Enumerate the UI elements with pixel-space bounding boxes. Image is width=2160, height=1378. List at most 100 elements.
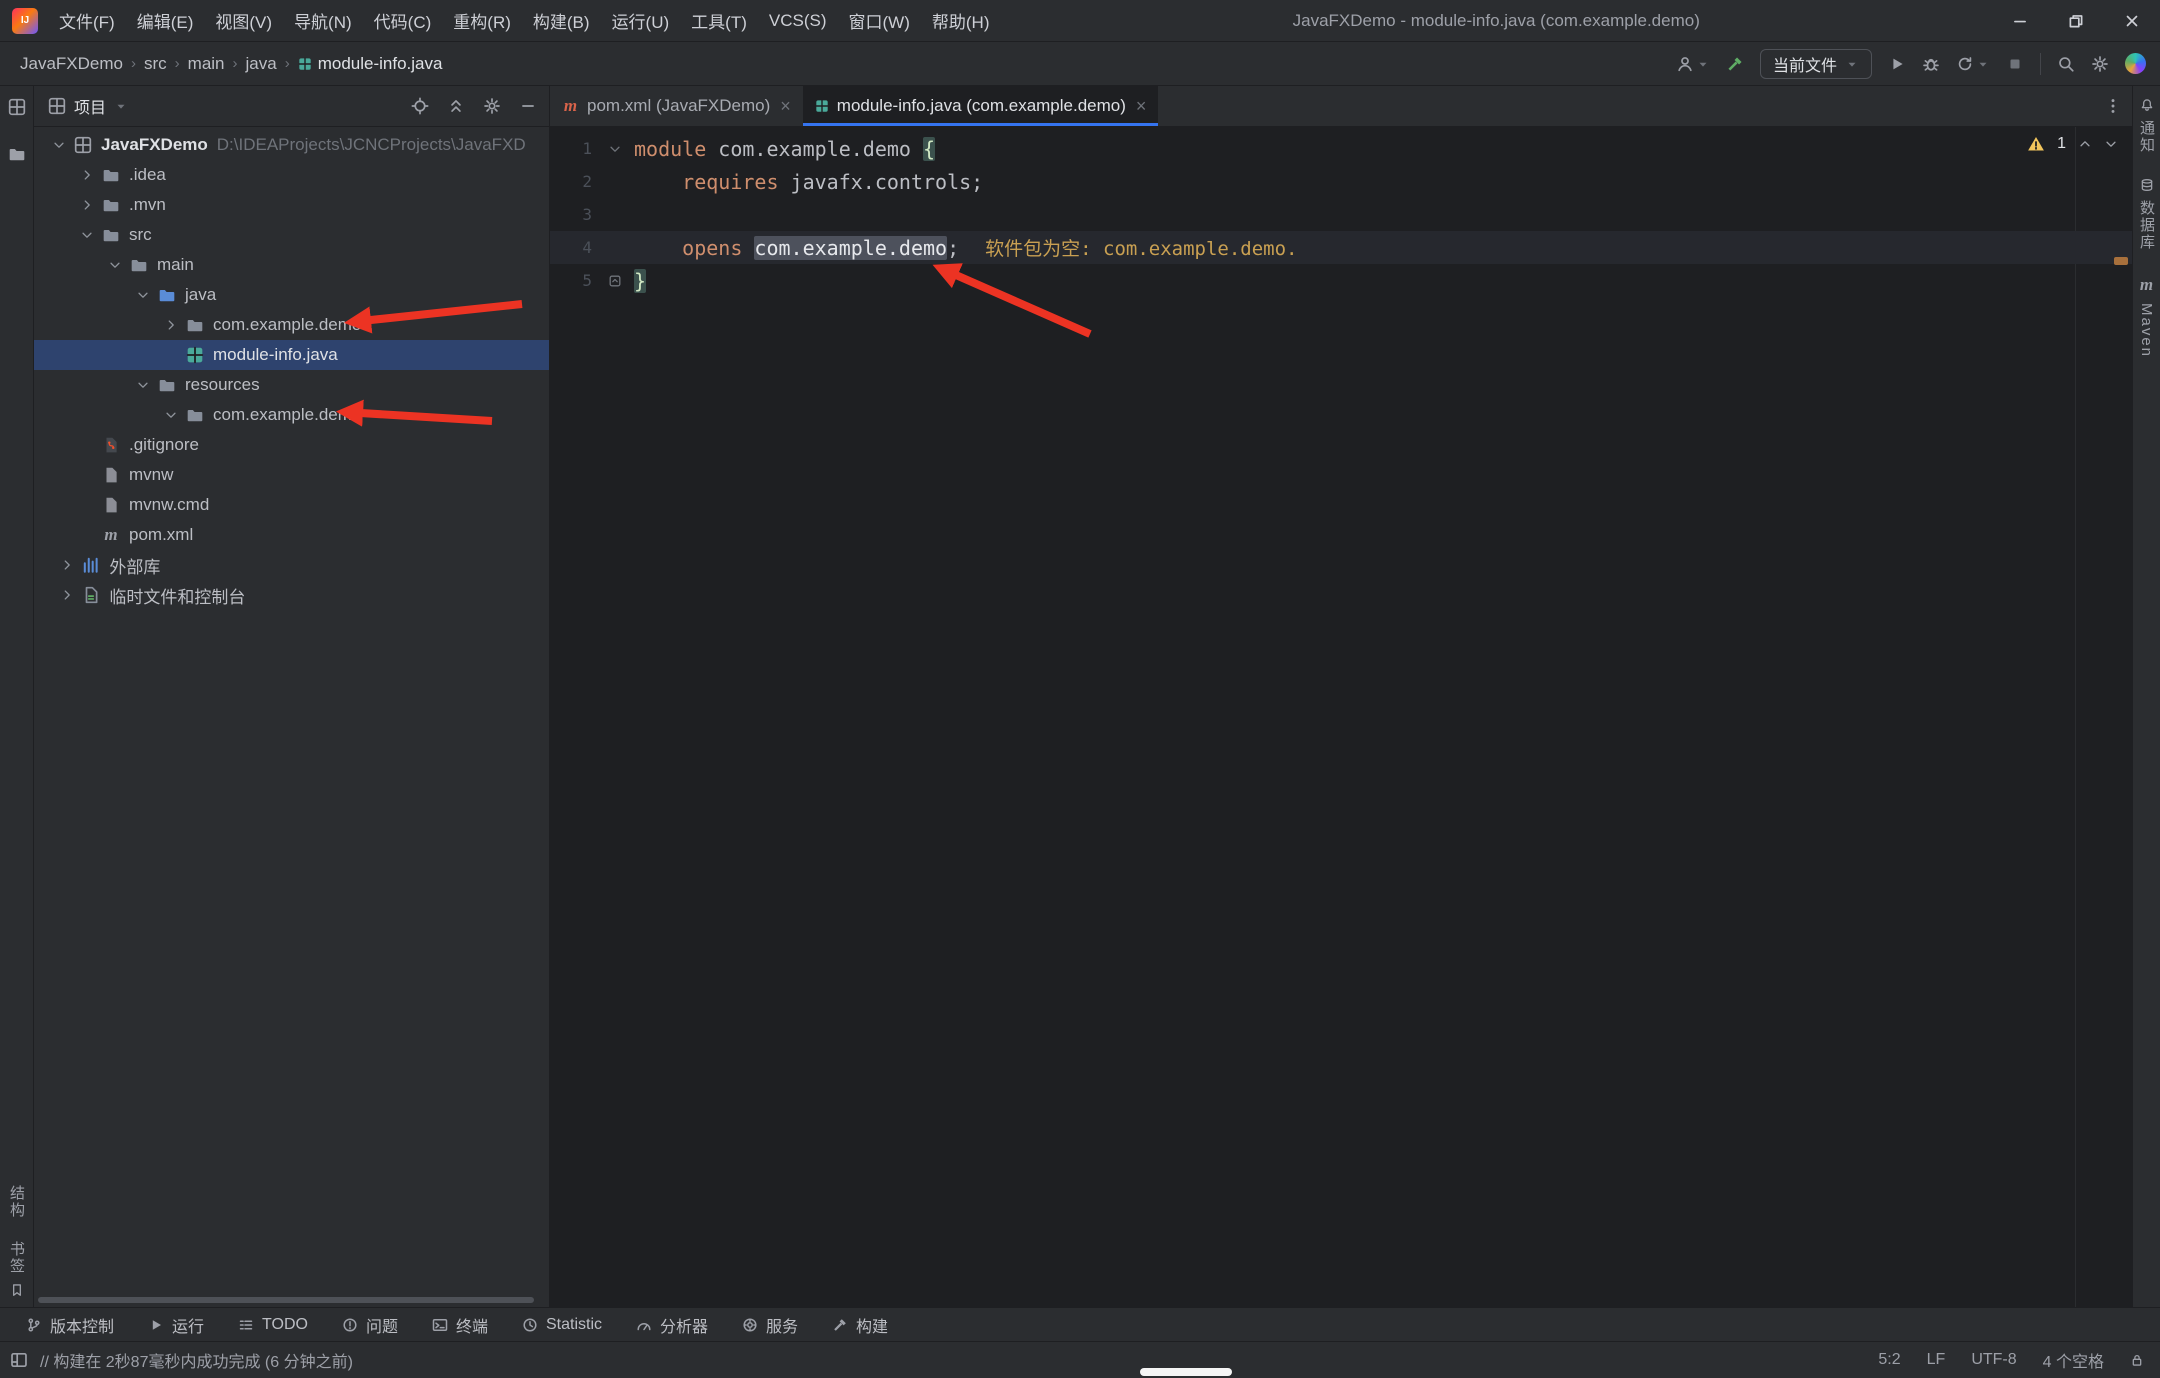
chevron-down-icon[interactable] bbox=[102, 258, 128, 272]
breadcrumb-current-file[interactable]: module-info.java bbox=[294, 52, 447, 76]
file-encoding[interactable]: UTF-8 bbox=[1971, 1351, 2016, 1369]
caret-position[interactable]: 5:2 bbox=[1878, 1351, 1900, 1369]
chevron-right-icon[interactable] bbox=[74, 198, 100, 212]
bookmarks-tool[interactable]: 书签 bbox=[6, 1241, 27, 1297]
chevron-down-icon[interactable] bbox=[158, 408, 184, 422]
profiler-tool[interactable]: 分析器 bbox=[636, 1313, 708, 1337]
run-configuration-combo[interactable]: 当前文件 bbox=[1760, 49, 1872, 79]
breadcrumb-item[interactable]: JavaFXDemo bbox=[16, 52, 127, 76]
tab-close-icon[interactable]: × bbox=[1136, 96, 1147, 117]
maven-tool[interactable]: mMaven bbox=[2138, 275, 2155, 358]
menu-代码[interactable]: 代码(C) bbox=[363, 0, 443, 41]
tree-row-mvnw.cmd[interactable]: mvnw.cmd bbox=[34, 490, 549, 520]
folder-tool-icon[interactable] bbox=[8, 145, 26, 168]
locate-file-button[interactable] bbox=[411, 97, 429, 115]
run-button[interactable] bbox=[1888, 55, 1906, 73]
tab-close-icon[interactable]: × bbox=[780, 96, 791, 117]
panel-options-button[interactable] bbox=[483, 97, 501, 115]
menu-导航[interactable]: 导航(N) bbox=[283, 0, 363, 41]
layout-icon[interactable] bbox=[10, 1351, 28, 1369]
terminal-tool[interactable]: 终端 bbox=[432, 1313, 488, 1337]
chevron-down-icon bbox=[1845, 57, 1859, 71]
tree-row-.mvn[interactable]: .mvn bbox=[34, 190, 549, 220]
hide-panel-button[interactable] bbox=[519, 97, 537, 115]
tree-row-resources[interactable]: resources bbox=[34, 370, 549, 400]
rerun-options-button[interactable] bbox=[1956, 55, 1990, 73]
inspection-widget[interactable]: 1 bbox=[2027, 135, 2118, 153]
chevron-right-icon[interactable] bbox=[54, 558, 80, 572]
services-tool[interactable]: 服务 bbox=[742, 1313, 798, 1337]
tree-row-com.example.demo[interactable]: com.example.demo bbox=[34, 400, 549, 430]
fold-down-icon[interactable] bbox=[596, 142, 634, 156]
editor-tab-inactive[interactable]: mpom.xml (JavaFXDemo)× bbox=[550, 86, 803, 126]
build-tool[interactable]: 构建 bbox=[832, 1313, 888, 1337]
statistic-tool[interactable]: Statistic bbox=[522, 1316, 602, 1334]
tree-row-.gitignore[interactable]: .gitignore bbox=[34, 430, 549, 460]
tree-row-mvnw[interactable]: mvnw bbox=[34, 460, 549, 490]
tree-row-module-info.java[interactable]: module-info.java bbox=[34, 340, 549, 370]
menu-窗口[interactable]: 窗口(W) bbox=[838, 0, 921, 41]
chevron-right-icon[interactable] bbox=[158, 318, 184, 332]
structure-tool[interactable]: 结构 bbox=[6, 1185, 27, 1219]
database-tool[interactable]: 数据库 bbox=[2136, 178, 2157, 251]
run-tool[interactable]: 运行 bbox=[148, 1313, 204, 1337]
todo-tool[interactable]: TODO bbox=[238, 1316, 308, 1334]
fold-up-icon[interactable] bbox=[596, 274, 634, 288]
tree-horizontal-scrollbar[interactable] bbox=[38, 1297, 534, 1303]
minimize-button[interactable] bbox=[1992, 0, 2048, 41]
code-editor[interactable]: 1module com.example.demo {2 requires jav… bbox=[550, 127, 2132, 1307]
menu-视图[interactable]: 视图(V) bbox=[204, 0, 283, 41]
chevron-right-icon[interactable] bbox=[74, 168, 100, 182]
tab-options-button[interactable] bbox=[2104, 86, 2132, 126]
stop-button[interactable] bbox=[2006, 55, 2024, 73]
notifications-tool[interactable]: 通知 bbox=[2136, 98, 2157, 154]
next-problem-button[interactable] bbox=[2104, 137, 2118, 151]
version-control-tool[interactable]: 版本控制 bbox=[26, 1313, 114, 1337]
prev-problem-button[interactable] bbox=[2078, 137, 2092, 151]
chevron-down-icon[interactable] bbox=[130, 378, 156, 392]
indent-setting[interactable]: 4 个空格 bbox=[2043, 1348, 2104, 1372]
tree-row-JavaFXDemo[interactable]: JavaFXDemoD:\IDEAProjects\JCNCProjects\J… bbox=[34, 130, 549, 160]
error-stripe-warning-mark[interactable] bbox=[2114, 257, 2128, 265]
collapse-all-button[interactable] bbox=[447, 97, 465, 115]
problems-tool[interactable]: 问题 bbox=[342, 1313, 398, 1337]
menu-帮助[interactable]: 帮助(H) bbox=[921, 0, 1001, 41]
project-view-selector[interactable]: 项目 bbox=[48, 94, 128, 118]
chevron-down-icon[interactable] bbox=[130, 288, 156, 302]
editor-tab-active[interactable]: module-info.java (com.example.demo)× bbox=[803, 86, 1159, 126]
menu-工具[interactable]: 工具(T) bbox=[680, 0, 758, 41]
breadcrumb-item[interactable]: java bbox=[242, 52, 281, 76]
breadcrumb-item[interactable]: src bbox=[140, 52, 171, 76]
tree-row-java[interactable]: java bbox=[34, 280, 549, 310]
tree-row-main[interactable]: main bbox=[34, 250, 549, 280]
tree-row-pom.xml[interactable]: mpom.xml bbox=[34, 520, 549, 550]
plugin-icon[interactable] bbox=[2125, 53, 2146, 74]
breadcrumb-item[interactable]: main bbox=[184, 52, 229, 76]
menu-文件[interactable]: 文件(F) bbox=[48, 0, 126, 41]
menu-运行[interactable]: 运行(U) bbox=[601, 0, 681, 41]
tree-row-com.example.demo[interactable]: com.example.demo bbox=[34, 310, 549, 340]
line-ending[interactable]: LF bbox=[1927, 1351, 1946, 1369]
code-text: opens com.example.demo;软件包为空: com.exampl… bbox=[634, 234, 1297, 261]
menu-重构[interactable]: 重构(R) bbox=[442, 0, 522, 41]
project-tool-icon[interactable] bbox=[8, 98, 26, 121]
chevron-down-icon[interactable] bbox=[74, 228, 100, 242]
tree-row-.idea[interactable]: .idea bbox=[34, 160, 549, 190]
chevron-right-icon[interactable] bbox=[54, 588, 80, 602]
chevron-down-icon[interactable] bbox=[46, 138, 72, 152]
settings-button[interactable] bbox=[2091, 55, 2109, 73]
tree-row-src[interactable]: src bbox=[34, 220, 549, 250]
lock-icon[interactable] bbox=[2130, 1353, 2144, 1367]
menu-编辑[interactable]: 编辑(E) bbox=[126, 0, 205, 41]
tree-row-[interactable]: 外部库 bbox=[34, 550, 549, 580]
code-text: requires javafx.controls; bbox=[634, 170, 983, 194]
debug-button[interactable] bbox=[1922, 55, 1940, 73]
menu-VCS[interactable]: VCS(S) bbox=[758, 0, 838, 41]
user-account-button[interactable] bbox=[1676, 55, 1710, 73]
search-everywhere-button[interactable] bbox=[2057, 55, 2075, 73]
close-button[interactable] bbox=[2104, 0, 2160, 41]
menu-构建[interactable]: 构建(B) bbox=[522, 0, 601, 41]
restore-button[interactable] bbox=[2048, 0, 2104, 41]
tree-row-[interactable]: 临时文件和控制台 bbox=[34, 580, 549, 610]
build-project-button[interactable] bbox=[1726, 55, 1744, 73]
